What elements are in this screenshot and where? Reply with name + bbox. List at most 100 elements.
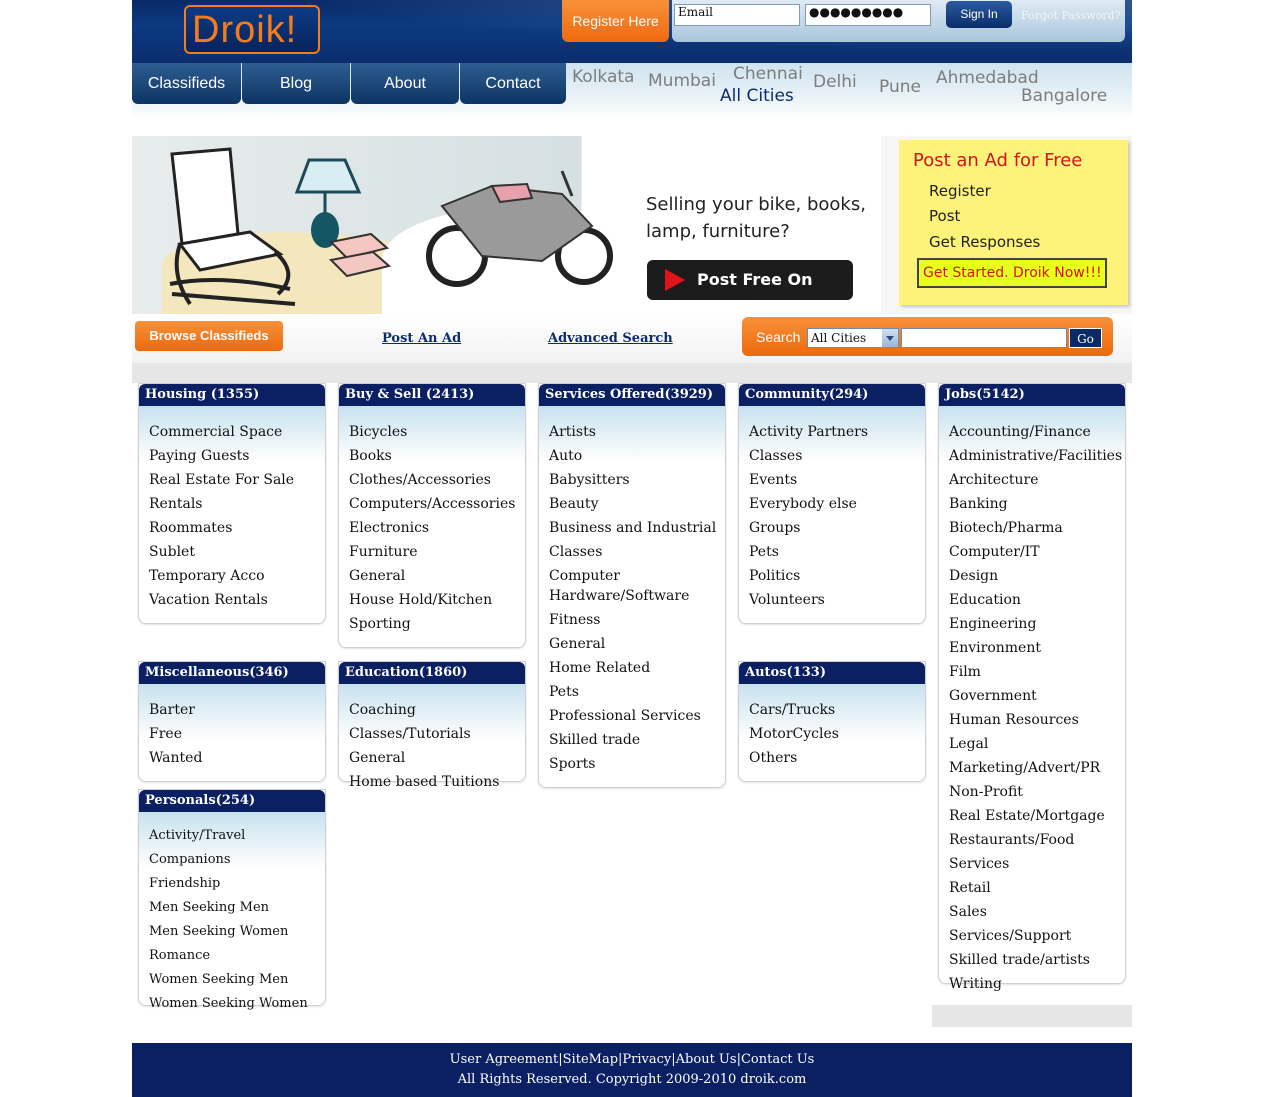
list-item[interactable]: Volunteers — [749, 588, 925, 612]
list-item[interactable]: Paying Guests — [149, 444, 325, 468]
list-item[interactable]: Pets — [749, 540, 925, 564]
category-title[interactable]: Autos(133) — [739, 662, 925, 684]
list-item[interactable]: Wanted — [149, 746, 325, 770]
list-item[interactable]: Free — [149, 722, 325, 746]
list-item[interactable]: Architecture — [949, 468, 1125, 492]
footer-link-contact-us[interactable]: Contact Us — [741, 1052, 814, 1067]
category-title[interactable]: Education(1860) — [339, 662, 525, 684]
list-item[interactable]: Commercial Space — [149, 420, 325, 444]
list-item[interactable]: MotorCycles — [749, 722, 925, 746]
list-item[interactable]: General — [349, 746, 525, 770]
list-item[interactable]: Environment — [949, 636, 1125, 660]
list-item[interactable]: Men Seeking Women — [149, 920, 325, 944]
list-item[interactable]: Women Seeking Men — [149, 968, 325, 992]
list-item[interactable]: Furniture — [349, 540, 525, 564]
city-delhi[interactable]: Delhi — [813, 72, 857, 92]
chevron-down-icon[interactable] — [882, 329, 898, 347]
list-item[interactable]: Home Related — [549, 656, 725, 680]
tab-contact[interactable]: Contact — [460, 63, 566, 104]
list-item[interactable]: Barter — [149, 698, 325, 722]
category-title[interactable]: Housing (1355) — [139, 384, 325, 406]
list-item[interactable]: Everybody else — [749, 492, 925, 516]
list-item[interactable]: General — [549, 632, 725, 656]
list-item[interactable]: Events — [749, 468, 925, 492]
list-item[interactable]: Roommates — [149, 516, 325, 540]
search-input[interactable] — [901, 328, 1067, 348]
list-item[interactable]: Classes — [549, 540, 725, 564]
list-item[interactable]: Fitness — [549, 608, 725, 632]
list-item[interactable]: Politics — [749, 564, 925, 588]
list-item[interactable]: Film — [949, 660, 1125, 684]
footer-link-sitemap[interactable]: SiteMap — [563, 1052, 618, 1067]
list-item[interactable]: Auto — [549, 444, 725, 468]
list-item[interactable]: Administrative/Facilities — [949, 444, 1125, 468]
list-item[interactable]: Government — [949, 684, 1125, 708]
tab-blog[interactable]: Blog — [242, 63, 350, 104]
sign-in-button[interactable]: Sign In — [946, 1, 1012, 28]
list-item[interactable]: Artists — [549, 420, 725, 444]
list-item[interactable]: Others — [749, 746, 925, 770]
category-title[interactable]: Services Offered(3929) — [539, 384, 725, 406]
list-item[interactable]: Computer/IT — [949, 540, 1125, 564]
droik-logo[interactable]: Droik! — [184, 5, 320, 54]
city-bangalore[interactable]: Bangalore — [1021, 86, 1107, 106]
list-item[interactable]: Rentals — [149, 492, 325, 516]
list-item[interactable]: Vacation Rentals — [149, 588, 325, 612]
list-item[interactable]: Sporting — [349, 612, 525, 636]
list-item[interactable]: Bicycles — [349, 420, 525, 444]
list-item[interactable]: Business and Industrial — [549, 516, 725, 540]
list-item[interactable]: Women Seeking Women — [149, 992, 325, 1016]
list-item[interactable]: Men Seeking Men — [149, 896, 325, 920]
password-field[interactable]: ●●●●●●●●● — [805, 4, 931, 26]
list-item[interactable]: Coaching Classes/Tutorials — [349, 698, 525, 746]
list-item[interactable]: General — [349, 564, 525, 588]
browse-classifieds-button[interactable]: Browse Classifieds — [135, 321, 283, 351]
list-item[interactable]: Writing — [949, 972, 1125, 996]
list-item[interactable]: Books — [349, 444, 525, 468]
list-item[interactable]: Friendship — [149, 872, 325, 896]
list-item[interactable]: Sales — [949, 900, 1125, 924]
list-item[interactable]: Activity Partners — [749, 420, 925, 444]
list-item[interactable]: Services/Support — [949, 924, 1125, 948]
list-item[interactable]: House Hold/Kitchen — [349, 588, 525, 612]
footer-link-privacy[interactable]: Privacy — [622, 1052, 671, 1067]
city-kolkata[interactable]: Kolkata — [572, 67, 634, 87]
register-button[interactable]: Register Here — [562, 0, 669, 42]
list-item[interactable]: Real Estate/Mortgage — [949, 804, 1125, 828]
list-item[interactable]: Legal — [949, 732, 1125, 756]
list-item[interactable]: Activity/Travel Companions — [149, 824, 325, 872]
list-item[interactable]: Classes — [749, 444, 925, 468]
city-all-cities[interactable]: All Cities — [720, 86, 794, 106]
list-item[interactable]: Sports — [549, 752, 725, 776]
category-title[interactable]: Jobs(5142) — [939, 384, 1125, 406]
category-title[interactable]: Community(294) — [739, 384, 925, 406]
list-item[interactable]: Professional Services — [549, 704, 725, 728]
get-started-link[interactable]: Get Started. Droik Now!!! — [917, 258, 1107, 288]
city-select[interactable]: All Cities — [807, 328, 899, 348]
post-free-button[interactable]: Post Free On Droik — [647, 260, 853, 329]
city-chennai[interactable]: Chennai — [733, 64, 803, 84]
list-item[interactable]: Beauty — [549, 492, 725, 516]
list-item[interactable]: Pets — [549, 680, 725, 704]
list-item[interactable]: Babysitters — [549, 468, 725, 492]
footer-link-user-agreement[interactable]: User Agreement — [450, 1052, 559, 1067]
advanced-search-link[interactable]: Advanced Search — [548, 331, 673, 346]
list-item[interactable]: Biotech/Pharma — [949, 516, 1125, 540]
list-item[interactable]: Restaurants/Food Services — [949, 828, 1125, 876]
city-mumbai[interactable]: Mumbai — [648, 71, 716, 91]
footer-link-about-us[interactable]: About Us — [676, 1052, 737, 1067]
list-item[interactable]: Non-Profit — [949, 780, 1125, 804]
list-item[interactable]: Retail — [949, 876, 1125, 900]
forgot-password-link[interactable]: Forgot Password? — [1021, 9, 1120, 22]
list-item[interactable]: Groups — [749, 516, 925, 540]
category-title[interactable]: Personals(254) — [139, 790, 325, 812]
list-item[interactable]: Cars/Trucks — [749, 698, 925, 722]
list-item[interactable]: Real Estate For Sale — [149, 468, 325, 492]
go-button[interactable]: Go — [1069, 328, 1102, 348]
list-item[interactable]: Banking — [949, 492, 1125, 516]
list-item[interactable]: Education — [949, 588, 1125, 612]
list-item[interactable]: Sublet — [149, 540, 325, 564]
email-field[interactable]: Email — [674, 4, 800, 26]
list-item[interactable]: Computers/Accessories — [349, 492, 525, 516]
city-ahmedabad[interactable]: Ahmedabad — [936, 68, 1039, 88]
